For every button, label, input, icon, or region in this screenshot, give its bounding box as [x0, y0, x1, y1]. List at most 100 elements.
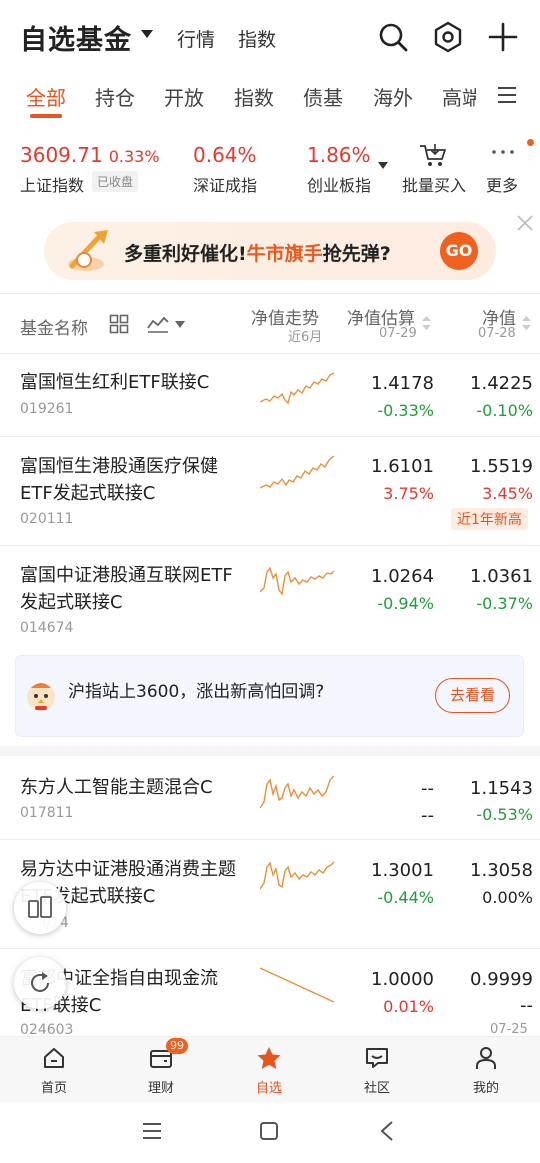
notification-badge: 99 [166, 1038, 188, 1054]
fund-trend-sparkline [260, 372, 335, 405]
bottom-nav-label: 理财 [147, 1081, 174, 1096]
banner-go-button[interactable]: GO [440, 232, 478, 270]
mascot-chick-icon [27, 683, 55, 711]
fund-nav-value: 1.4225 [470, 373, 533, 394]
banner-close-icon[interactable] [516, 214, 534, 232]
market-closed-badge: 已收盘 [92, 171, 139, 192]
fund-name: 富国恒生港股通医疗保健ETF发起式联接C [20, 456, 218, 504]
tab-high-end[interactable]: 高端 [442, 82, 476, 111]
index-chinext-name: 创业板指 [307, 176, 372, 195]
tab-menu-icon[interactable] [497, 86, 517, 104]
fund-trend-sparkline [260, 861, 335, 890]
bottom-nav-label: 社区 [363, 1081, 390, 1096]
settings-hexagon-icon[interactable] [431, 20, 465, 54]
index-dropdown-caret-icon[interactable] [378, 162, 388, 169]
index-shanghai-value[interactable]: 3609.71 0.33% [20, 143, 160, 167]
fund-trend-sparkline [260, 566, 335, 596]
tab-fade [476, 78, 496, 114]
tab-bond[interactable]: 债基 [303, 82, 343, 111]
nav-link-index[interactable]: 指数 [238, 25, 276, 52]
fund-code: 014674 [20, 620, 74, 636]
fund-code: 019261 [20, 401, 74, 417]
tab-index[interactable]: 指数 [234, 82, 274, 111]
nav-link-market[interactable]: 行情 [177, 25, 215, 52]
bottom-nav-label: 首页 [40, 1081, 67, 1096]
fund-nav-value: 1.0361 [470, 566, 533, 587]
batch-buy-basket-icon[interactable] [418, 142, 448, 168]
fund-estimate-change: -0.44% [377, 888, 434, 907]
fund-estimate-change: -0.33% [377, 401, 434, 420]
fund-trend-sparkline [260, 455, 335, 489]
tab-open[interactable]: 开放 [164, 82, 204, 111]
fund-trend-sparkline [260, 967, 335, 1003]
tab-all[interactable]: 全部 [26, 82, 66, 111]
bottom-nav-home[interactable]: 首页 [14, 1046, 94, 1096]
active-tab-indicator [30, 114, 62, 118]
fund-nav-change: -0.10% [476, 401, 533, 420]
column-estimate-date: 07-29 [379, 326, 417, 341]
promo-go-button[interactable]: 去看看 [435, 678, 510, 713]
bottom-nav-community[interactable]: 社区 [337, 1046, 417, 1096]
divider [0, 293, 540, 294]
fund-nav-date: 07-25 [490, 1022, 528, 1037]
floating-refresh-button[interactable] [14, 957, 66, 1009]
add-icon[interactable] [486, 20, 520, 54]
fund-estimate-change: -0.94% [377, 594, 434, 613]
index-chinext-change[interactable]: 1.86% [307, 143, 371, 167]
fund-nav-value: 1.5519 [470, 456, 533, 477]
home-icon [44, 1048, 64, 1068]
more-dots-icon[interactable] [490, 148, 516, 156]
search-icon[interactable] [376, 20, 410, 54]
back-icon[interactable] [379, 1120, 395, 1142]
fund-estimate-change: -- [421, 805, 434, 826]
promo-text: 沪指站上3600，涨出新高怕回调? [68, 682, 325, 702]
fund-nav-change: -0.37% [476, 594, 533, 613]
index-shenzhen-name: 深证成指 [193, 176, 258, 195]
tab-holdings[interactable]: 持仓 [95, 82, 135, 111]
batch-buy-label[interactable]: 批量买入 [402, 172, 466, 196]
grid-view-icon[interactable] [109, 314, 129, 334]
bottom-nav-wealth[interactable]: 理财 [121, 1046, 201, 1096]
fund-nav-change: 0.00% [482, 888, 533, 907]
bottom-nav-profile[interactable]: 我的 [446, 1046, 526, 1096]
column-nav-date: 07-28 [478, 326, 516, 341]
refresh-icon [31, 972, 49, 992]
fund-code: 017811 [20, 805, 74, 821]
fund-code: 020111 [20, 511, 74, 527]
sort-nav-icon[interactable] [522, 316, 531, 330]
index-shanghai-name: 上证指数 [20, 176, 85, 195]
fund-name: 富国中证港股通互联网ETF发起式联接C [20, 565, 233, 613]
user-icon [476, 1047, 496, 1069]
section-separator [0, 746, 540, 756]
recent-apps-icon[interactable] [142, 1122, 162, 1140]
more-notification-dot [527, 139, 534, 146]
bottom-nav-label: 自选 [255, 1081, 282, 1096]
banner-text: 多重利好催化!牛市旗手抢先弹? [124, 243, 391, 265]
sort-estimate-icon[interactable] [422, 316, 431, 330]
split-screen-icon [28, 896, 52, 918]
more-label[interactable]: 更多 [486, 172, 518, 196]
fund-estimate-value: 1.0000 [371, 969, 434, 990]
index-shenzhen-change[interactable]: 0.64% [193, 143, 257, 167]
fund-estimate-value: 1.3001 [371, 860, 434, 881]
fund-nav-change: 3.45% [482, 484, 533, 503]
bull-arrow-mascot-icon [68, 230, 108, 271]
title-dropdown-caret-icon[interactable] [141, 30, 153, 38]
page-title[interactable]: 自选基金 [20, 18, 132, 57]
fund-nav-value: 1.3058 [470, 860, 533, 881]
home-button-icon[interactable] [259, 1121, 279, 1141]
fund-nav-change: -- [520, 995, 533, 1016]
fund-nav-value: 1.1543 [470, 778, 533, 799]
tab-overseas[interactable]: 海外 [373, 82, 413, 111]
fund-estimate-value: 1.4178 [371, 373, 434, 394]
trend-dropdown-caret-icon[interactable] [175, 321, 185, 328]
floating-compare-button[interactable] [14, 882, 66, 934]
fund-trend-sparkline [260, 775, 335, 809]
fund-nav-change: -0.53% [476, 805, 533, 824]
fund-name: 富国恒生红利ETF联接C [20, 372, 210, 393]
column-fund-name[interactable]: 基金名称 [20, 314, 88, 339]
fund-estimate-value: -- [421, 778, 434, 799]
bottom-nav-label: 我的 [472, 1081, 499, 1096]
trend-chart-icon[interactable] [147, 314, 169, 334]
bottom-nav-watchlist[interactable]: 自选 [229, 1046, 309, 1096]
